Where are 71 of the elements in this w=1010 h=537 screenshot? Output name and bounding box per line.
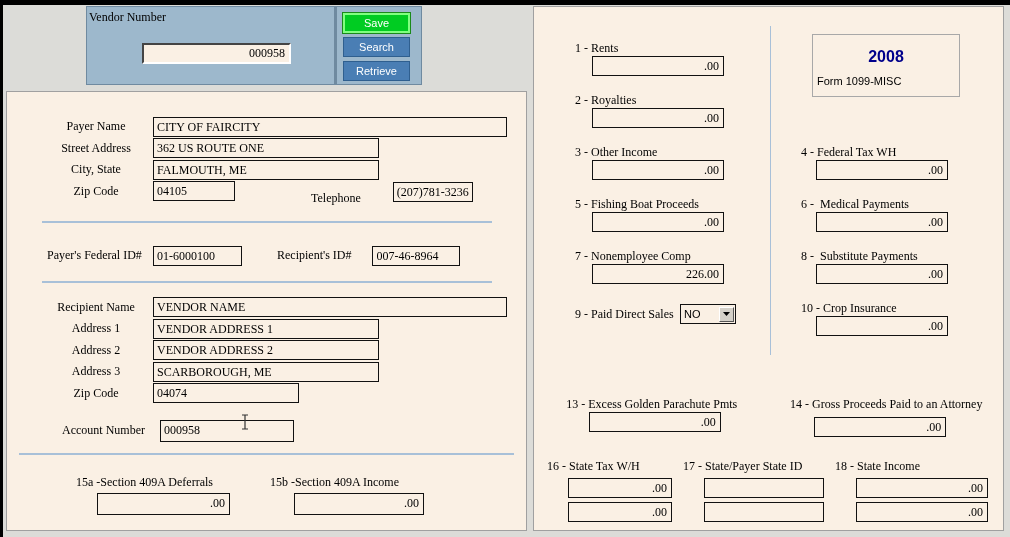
field-label: Address 1 — [70, 321, 122, 337]
field-label: 8 - Substitute Payments — [801, 248, 919, 264]
field-label: Payer Name — [65, 119, 127, 135]
field-label: 3 - Other Income — [575, 144, 659, 160]
field-label: 6 - Medical Payments — [801, 196, 910, 212]
field-label: 14 - Gross Proceeds Paid to an Attorney — [790, 396, 983, 412]
input-field[interactable]: .00 — [816, 160, 948, 180]
text-cursor-icon — [241, 414, 249, 430]
input-field[interactable]: 000958 — [160, 419, 294, 442]
field-label: Telephone — [311, 190, 361, 206]
input-field[interactable]: .00 — [294, 493, 424, 515]
input-field[interactable]: .00 — [856, 502, 988, 522]
field-label: City, State — [70, 162, 122, 178]
input-field[interactable]: .00 — [592, 108, 724, 128]
input-field[interactable]: VENDOR ADDRESS 1 — [153, 318, 379, 339]
input-field[interactable]: .00 — [816, 212, 948, 232]
field-label: 2 - Royalties — [575, 92, 638, 108]
input-field[interactable]: .00 — [856, 478, 988, 498]
field-label: 7 - Nonemployee Comp — [575, 248, 692, 264]
input-field[interactable]: .00 — [592, 160, 724, 180]
input-field[interactable]: .00 — [568, 502, 672, 522]
field-label: Recipient's ID# — [277, 248, 352, 264]
field-label: 4 - Federal Tax WH — [801, 144, 898, 160]
field-label: 15b -Section 409A Income — [270, 475, 400, 490]
field-label: Address 2 — [70, 342, 122, 358]
field-label: Street Address — [60, 140, 132, 156]
input-field[interactable]: 04105 — [153, 181, 235, 202]
input-field[interactable]: .00 — [97, 493, 230, 515]
vendor-number-field[interactable]: 000958 — [142, 43, 291, 64]
field-label: Vendor Number — [89, 10, 166, 25]
dropdown[interactable]: NO — [680, 304, 736, 324]
input-field[interactable]: .00 — [588, 412, 721, 432]
form-title: Form 1099-MISC — [817, 75, 903, 87]
input-field[interactable]: SCARBOROUGH, ME — [153, 361, 379, 382]
input-field[interactable] — [704, 478, 824, 498]
input-field[interactable]: .00 — [814, 417, 947, 437]
field-label: 13 - Excess Golden Parachute Pmts — [566, 396, 738, 412]
field-label: Address 3 — [70, 364, 122, 380]
dropdown-value: NO — [684, 308, 701, 320]
field-label: 9 - Paid Direct Sales — [575, 306, 675, 322]
field-label: 10 - Crop Insurance — [801, 300, 898, 316]
field-label: Payer's Federal ID# — [47, 248, 143, 264]
input-field[interactable]: .00 — [592, 56, 724, 76]
field-label: Zip Code — [72, 183, 120, 199]
input-field[interactable]: VENDOR ADDRESS 2 — [153, 340, 379, 361]
field-label: 1 - Rents — [575, 40, 620, 56]
field-label: 15a -Section 409A Deferrals — [76, 475, 214, 490]
input-field[interactable]: .00 — [816, 316, 948, 336]
input-field[interactable] — [704, 502, 824, 522]
command-button[interactable]: Search — [343, 37, 410, 57]
input-field[interactable]: (207)781-3236 — [392, 182, 473, 203]
input-field[interactable]: 362 US ROUTE ONE — [153, 138, 379, 159]
input-field[interactable]: .00 — [568, 478, 672, 498]
field-label: 16 - State Tax W/H — [547, 459, 641, 474]
input-field[interactable]: .00 — [816, 264, 948, 284]
input-field[interactable]: 01-6000100 — [153, 245, 242, 266]
field-label: Recipient Name — [56, 299, 136, 315]
field-label: 17 - State/Payer State ID — [683, 459, 804, 474]
field-label: 18 - State Income — [835, 459, 921, 474]
input-field[interactable]: 04074 — [153, 383, 299, 404]
field-label: Account Number — [62, 423, 146, 438]
input-field[interactable]: FALMOUTH, ME — [153, 159, 379, 180]
input-field[interactable]: VENDOR NAME — [153, 297, 507, 318]
input-field[interactable]: CITY OF FAIRCITY — [153, 116, 507, 137]
input-field[interactable]: .00 — [592, 212, 724, 232]
input-field[interactable]: 007-46-8964 — [372, 245, 461, 266]
field-label: 5 - Fishing Boat Proceeds — [575, 196, 700, 212]
field-label: Zip Code — [72, 385, 120, 401]
input-field[interactable]: 226.00 — [592, 264, 724, 284]
command-button[interactable]: Retrieve — [343, 61, 410, 81]
form-year: 2008 — [867, 48, 905, 66]
